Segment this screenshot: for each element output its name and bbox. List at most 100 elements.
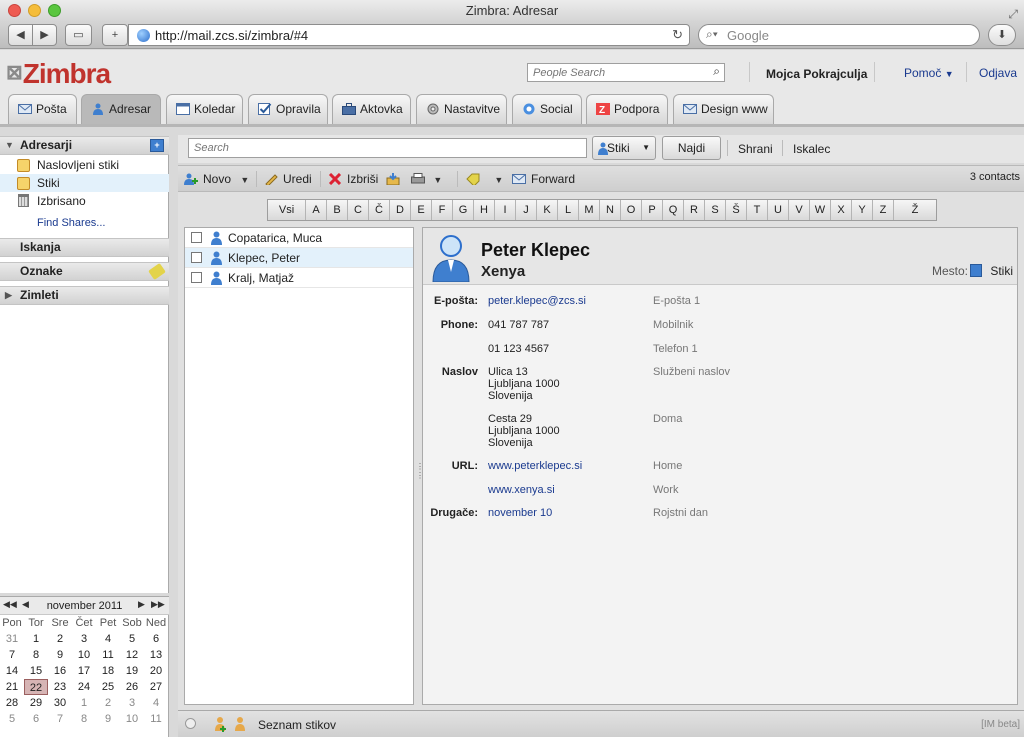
next-month-icon[interactable]: ▶ — [138, 599, 145, 610]
new-addressbook-icon[interactable]: + — [150, 139, 164, 152]
calendar-day[interactable]: 6 — [144, 631, 168, 647]
email-value[interactable]: peter.klepec@zcs.si — [488, 295, 586, 307]
calendar-day[interactable]: 4 — [144, 695, 168, 711]
buddy-list-label[interactable]: Seznam stikov — [258, 718, 336, 732]
alphabet-letter-button[interactable]: N — [600, 200, 621, 220]
move-button[interactable] — [386, 172, 405, 186]
alphabet-letter-button[interactable]: Z — [873, 200, 894, 220]
alphabet-letter-button[interactable]: R — [684, 200, 705, 220]
searches-header[interactable]: Iskanja — [0, 238, 169, 257]
alphabet-letter-button[interactable]: G — [453, 200, 474, 220]
chevron-down-icon[interactable]: ▼ — [433, 175, 442, 185]
alphabet-letter-button[interactable]: E — [411, 200, 432, 220]
downloads-icon[interactable]: ⬇ — [988, 24, 1016, 46]
calendar-day[interactable]: 6 — [24, 711, 48, 727]
contact-row[interactable]: Klepec, Peter — [185, 248, 413, 268]
contact-checkbox[interactable] — [191, 232, 202, 243]
sidebar-item-trash[interactable]: Izbrisano — [0, 192, 169, 210]
chevron-down-icon[interactable]: ▼ — [494, 175, 503, 185]
tab-social[interactable]: Social — [512, 94, 582, 124]
calendar-day[interactable]: 15 — [24, 663, 48, 679]
sidebar-item-contacts[interactable]: Stiki — [0, 174, 169, 192]
calendar-day[interactable]: 7 — [0, 647, 24, 663]
alphabet-letter-button[interactable]: L — [558, 200, 579, 220]
tags-header[interactable]: Oznake — [0, 262, 169, 281]
expand-arrow-icon[interactable]: ▶ — [5, 287, 12, 304]
search-input[interactable] — [189, 139, 579, 157]
add-bookmark-button[interactable]: + — [102, 24, 128, 46]
save-search-button[interactable]: Shrani — [738, 142, 773, 156]
alphabet-letter-button[interactable]: C — [348, 200, 369, 220]
minimize-window-button[interactable] — [28, 4, 41, 17]
alphabet-letter-button[interactable]: U — [768, 200, 789, 220]
alphabet-letter-button[interactable]: P — [642, 200, 663, 220]
close-window-button[interactable] — [8, 4, 21, 17]
tab-tasks[interactable]: Opravila — [248, 94, 328, 124]
delete-button[interactable]: Izbriši — [328, 172, 378, 186]
calendar-day[interactable]: 3 — [72, 631, 96, 647]
reload-icon[interactable]: ↻ — [672, 27, 683, 43]
calendar-day[interactable]: 3 — [120, 695, 144, 711]
tag-button[interactable]: ▼ — [466, 172, 503, 186]
show-sidebar-button[interactable]: ▭ — [65, 24, 92, 46]
search-icon[interactable]: ⌕ — [713, 64, 720, 79]
alphabet-letter-button[interactable]: M — [579, 200, 600, 220]
other-value[interactable]: november 10 — [488, 507, 552, 519]
calendar-day[interactable]: 28 — [0, 695, 24, 711]
calendar-day[interactable]: 18 — [96, 663, 120, 679]
zimlets-header[interactable]: ▶ Zimleti — [0, 286, 169, 305]
calendar-day[interactable]: 4 — [96, 631, 120, 647]
search-button[interactable]: Najdi — [662, 136, 721, 160]
tab-support[interactable]: Z Podpora — [586, 94, 668, 124]
calendar-day[interactable]: 1 — [24, 631, 48, 647]
calendar-day[interactable]: 20 — [144, 663, 168, 679]
alphabet-letter-button[interactable]: I — [495, 200, 516, 220]
contact-row[interactable]: Copatarica, Muca — [185, 228, 413, 248]
alphabet-letter-button[interactable]: S — [705, 200, 726, 220]
alphabet-all-button[interactable]: Vsi — [268, 200, 306, 220]
calendar-day[interactable]: 16 — [48, 663, 72, 679]
calendar-day[interactable]: 13 — [144, 647, 168, 663]
calendar-day[interactable]: 5 — [0, 711, 24, 727]
help-menu[interactable]: Pomoč ▼ — [904, 66, 954, 80]
forward-button[interactable]: ▶ — [32, 24, 57, 46]
alphabet-letter-button[interactable]: J — [516, 200, 537, 220]
alphabet-letter-button[interactable]: Ž — [894, 200, 936, 220]
calendar-day[interactable]: 8 — [24, 647, 48, 663]
calendar-day[interactable]: 24 — [72, 679, 96, 695]
people-search-field[interactable]: ⌕ — [527, 63, 725, 82]
calendar-day[interactable]: 10 — [72, 647, 96, 663]
contact-row[interactable]: Kralj, Matjaž — [185, 268, 413, 288]
buddy-list-icon[interactable] — [214, 716, 252, 732]
alphabet-letter-button[interactable]: K — [537, 200, 558, 220]
calendar-day[interactable]: 2 — [96, 695, 120, 711]
search-field[interactable] — [188, 138, 587, 158]
alphabet-letter-button[interactable]: A — [306, 200, 327, 220]
new-tag-icon[interactable] — [148, 262, 166, 281]
forward-button[interactable]: Forward — [512, 172, 575, 186]
alphabet-letter-button[interactable]: V — [789, 200, 810, 220]
calendar-day[interactable]: 26 — [120, 679, 144, 695]
calendar-day[interactable]: 19 — [120, 663, 144, 679]
calendar-day[interactable]: 1 — [72, 695, 96, 711]
calendar-day[interactable]: 31 — [0, 631, 24, 647]
url-value[interactable]: www.peterklepec.si — [488, 460, 582, 472]
alphabet-letter-button[interactable]: Š — [726, 200, 747, 220]
tab-contacts[interactable]: Adresar — [81, 94, 161, 124]
tab-design[interactable]: Design www — [673, 94, 774, 124]
sidebar-item-emailed-contacts[interactable]: Naslovljeni stiki — [0, 156, 169, 174]
calendar-day[interactable]: 10 — [120, 711, 144, 727]
tab-calendar[interactable]: Koledar — [166, 94, 243, 124]
calendar-day[interactable]: 11 — [144, 711, 168, 727]
calendar-day[interactable]: 30 — [48, 695, 72, 711]
calendar-day[interactable]: 29 — [24, 695, 48, 711]
next-year-icon[interactable]: ▶▶ — [151, 599, 165, 610]
tab-preferences[interactable]: Nastavitve — [416, 94, 507, 124]
people-search-input[interactable] — [528, 64, 703, 81]
url-value[interactable]: www.xenya.si — [488, 484, 555, 496]
calendar-day[interactable]: 17 — [72, 663, 96, 679]
logout-link[interactable]: Odjava — [979, 66, 1017, 80]
calendar-day[interactable]: 14 — [0, 663, 24, 679]
alphabet-letter-button[interactable]: F — [432, 200, 453, 220]
calendar-day[interactable]: 22 — [24, 679, 48, 695]
